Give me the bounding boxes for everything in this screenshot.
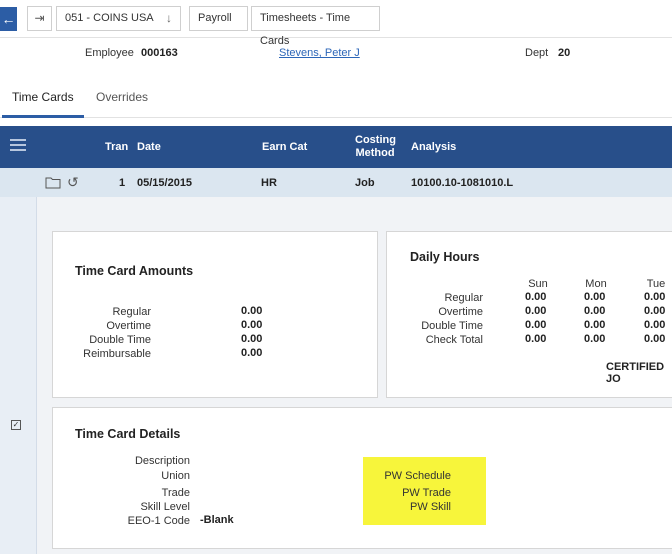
column-earn-cat[interactable]: Earn Cat [262, 141, 307, 153]
tab-overrides[interactable]: Overrides [96, 90, 148, 104]
breadcrumb-payroll[interactable]: Payroll [189, 6, 248, 31]
detail-label-skill-level: Skill Level [140, 501, 190, 513]
costing-line1: Costing [355, 134, 396, 146]
detail-label-eeo1-code: EEO-1 Code [127, 515, 190, 527]
pw-trade-label: PW Trade [402, 487, 451, 499]
back-arrow-icon[interactable]: ← [0, 7, 17, 31]
detail-value-eeo1-code: -Blank [200, 514, 234, 526]
folder-icon[interactable] [45, 176, 61, 192]
dept-label: Dept [525, 47, 549, 59]
active-tab-indicator [2, 115, 84, 118]
amounts-title: Time Card Amounts [75, 264, 194, 278]
breadcrumb-timesheets[interactable]: Timesheets - Time Cards [251, 6, 380, 47]
employee-name-link[interactable]: Stevens, Peter J [279, 47, 360, 59]
daily-value: 0.00 [584, 291, 606, 303]
undo-icon[interactable]: ↺ [67, 174, 79, 191]
menu-icon[interactable] [10, 139, 26, 154]
daily-label-double-time: Double Time [421, 320, 483, 332]
pw-highlight-box: PW Schedule PW Trade PW Skill [363, 457, 486, 525]
enter-icon[interactable]: ⇥ [27, 6, 52, 31]
daily-label-check-total: Check Total [425, 334, 483, 346]
column-tran[interactable]: Tran [105, 141, 128, 153]
checkbox-icon[interactable]: ✓ [11, 420, 21, 430]
amount-value-double-time: 0.00 [241, 333, 263, 345]
table-row[interactable]: ↺ 1 05/15/2015 HR Job 10100.10-1081010.L [0, 168, 672, 197]
amount-value-reimbursable: 0.00 [241, 347, 263, 359]
amount-value-regular: 0.00 [241, 305, 263, 317]
time-card-details-panel: Time Card Details Description Union Trad… [52, 407, 672, 549]
employee-number: 000163 [141, 47, 178, 59]
tab-time-cards[interactable]: Time Cards [12, 90, 74, 104]
costing-line2: Method [355, 147, 395, 159]
amount-label-double-time: Double Time [89, 334, 151, 346]
employee-info: Employee 000163 Stevens, Peter J Dept 20 [0, 38, 672, 68]
row-costing: Job [355, 177, 375, 189]
daily-value: 0.00 [644, 305, 666, 317]
day-header-mon: Mon [585, 278, 607, 290]
daily-value: 0.00 [525, 291, 547, 303]
certified-label: CERTIFIED JO [606, 361, 665, 385]
employee-label: Employee [85, 47, 134, 59]
row-analysis: 10100.10-1081010.L [411, 177, 514, 189]
day-header-sun: Sun [528, 278, 548, 290]
amount-label-regular: Regular [112, 306, 151, 318]
daily-value: 0.00 [525, 305, 547, 317]
daily-value: 0.00 [525, 319, 547, 331]
company-label: 051 - COINS USA [65, 12, 154, 24]
row-date: 05/15/2015 [137, 177, 193, 189]
daily-value: 0.00 [644, 291, 666, 303]
detail-label-union: Union [161, 470, 190, 482]
daily-value: 0.00 [584, 319, 606, 331]
row-earn-cat: HR [261, 177, 277, 189]
column-date[interactable]: Date [137, 141, 161, 153]
detail-label-description: Description [134, 455, 190, 467]
daily-hours-panel: Daily Hours Sun Mon Tue Regular 0.00 0.0… [386, 231, 672, 398]
daily-label-overtime: Overtime [438, 306, 483, 318]
row-tran: 1 [119, 177, 126, 189]
dept-value: 20 [558, 47, 571, 59]
amount-label-overtime: Overtime [106, 320, 151, 332]
time-card-amounts-panel: Time Card Amounts Regular 0.00 Overtime … [52, 231, 378, 398]
daily-label-regular: Regular [444, 292, 483, 304]
daily-value: 0.00 [525, 333, 547, 345]
daily-value: 0.00 [644, 333, 666, 345]
company-selector[interactable]: 051 - COINS USA ↓ [56, 6, 181, 31]
pw-skill-label: PW Skill [410, 501, 451, 513]
detail-label-trade: Trade [161, 487, 190, 499]
column-costing-method[interactable]: Costing Method [355, 134, 396, 160]
breadcrumb: ← ⇥ 051 - COINS USA ↓ Payroll Timesheets… [0, 0, 672, 47]
grid-header: Tran Date Earn Cat Costing Method Analys… [0, 126, 672, 168]
daily-value: 0.00 [644, 319, 666, 331]
amount-label-reimbursable: Reimbursable [83, 348, 151, 360]
day-header-tue: Tue [646, 278, 666, 290]
tab-bar: Time Cards Overrides [0, 78, 672, 118]
daily-value: 0.00 [584, 333, 606, 345]
amount-value-overtime: 0.00 [241, 319, 263, 331]
column-analysis[interactable]: Analysis [411, 141, 456, 153]
chevron-down-icon: ↓ [166, 11, 172, 25]
row-gutter [0, 197, 37, 554]
details-title: Time Card Details [75, 427, 181, 441]
daily-title: Daily Hours [410, 250, 480, 264]
pw-schedule-label: PW Schedule [384, 470, 451, 482]
daily-value: 0.00 [584, 305, 606, 317]
